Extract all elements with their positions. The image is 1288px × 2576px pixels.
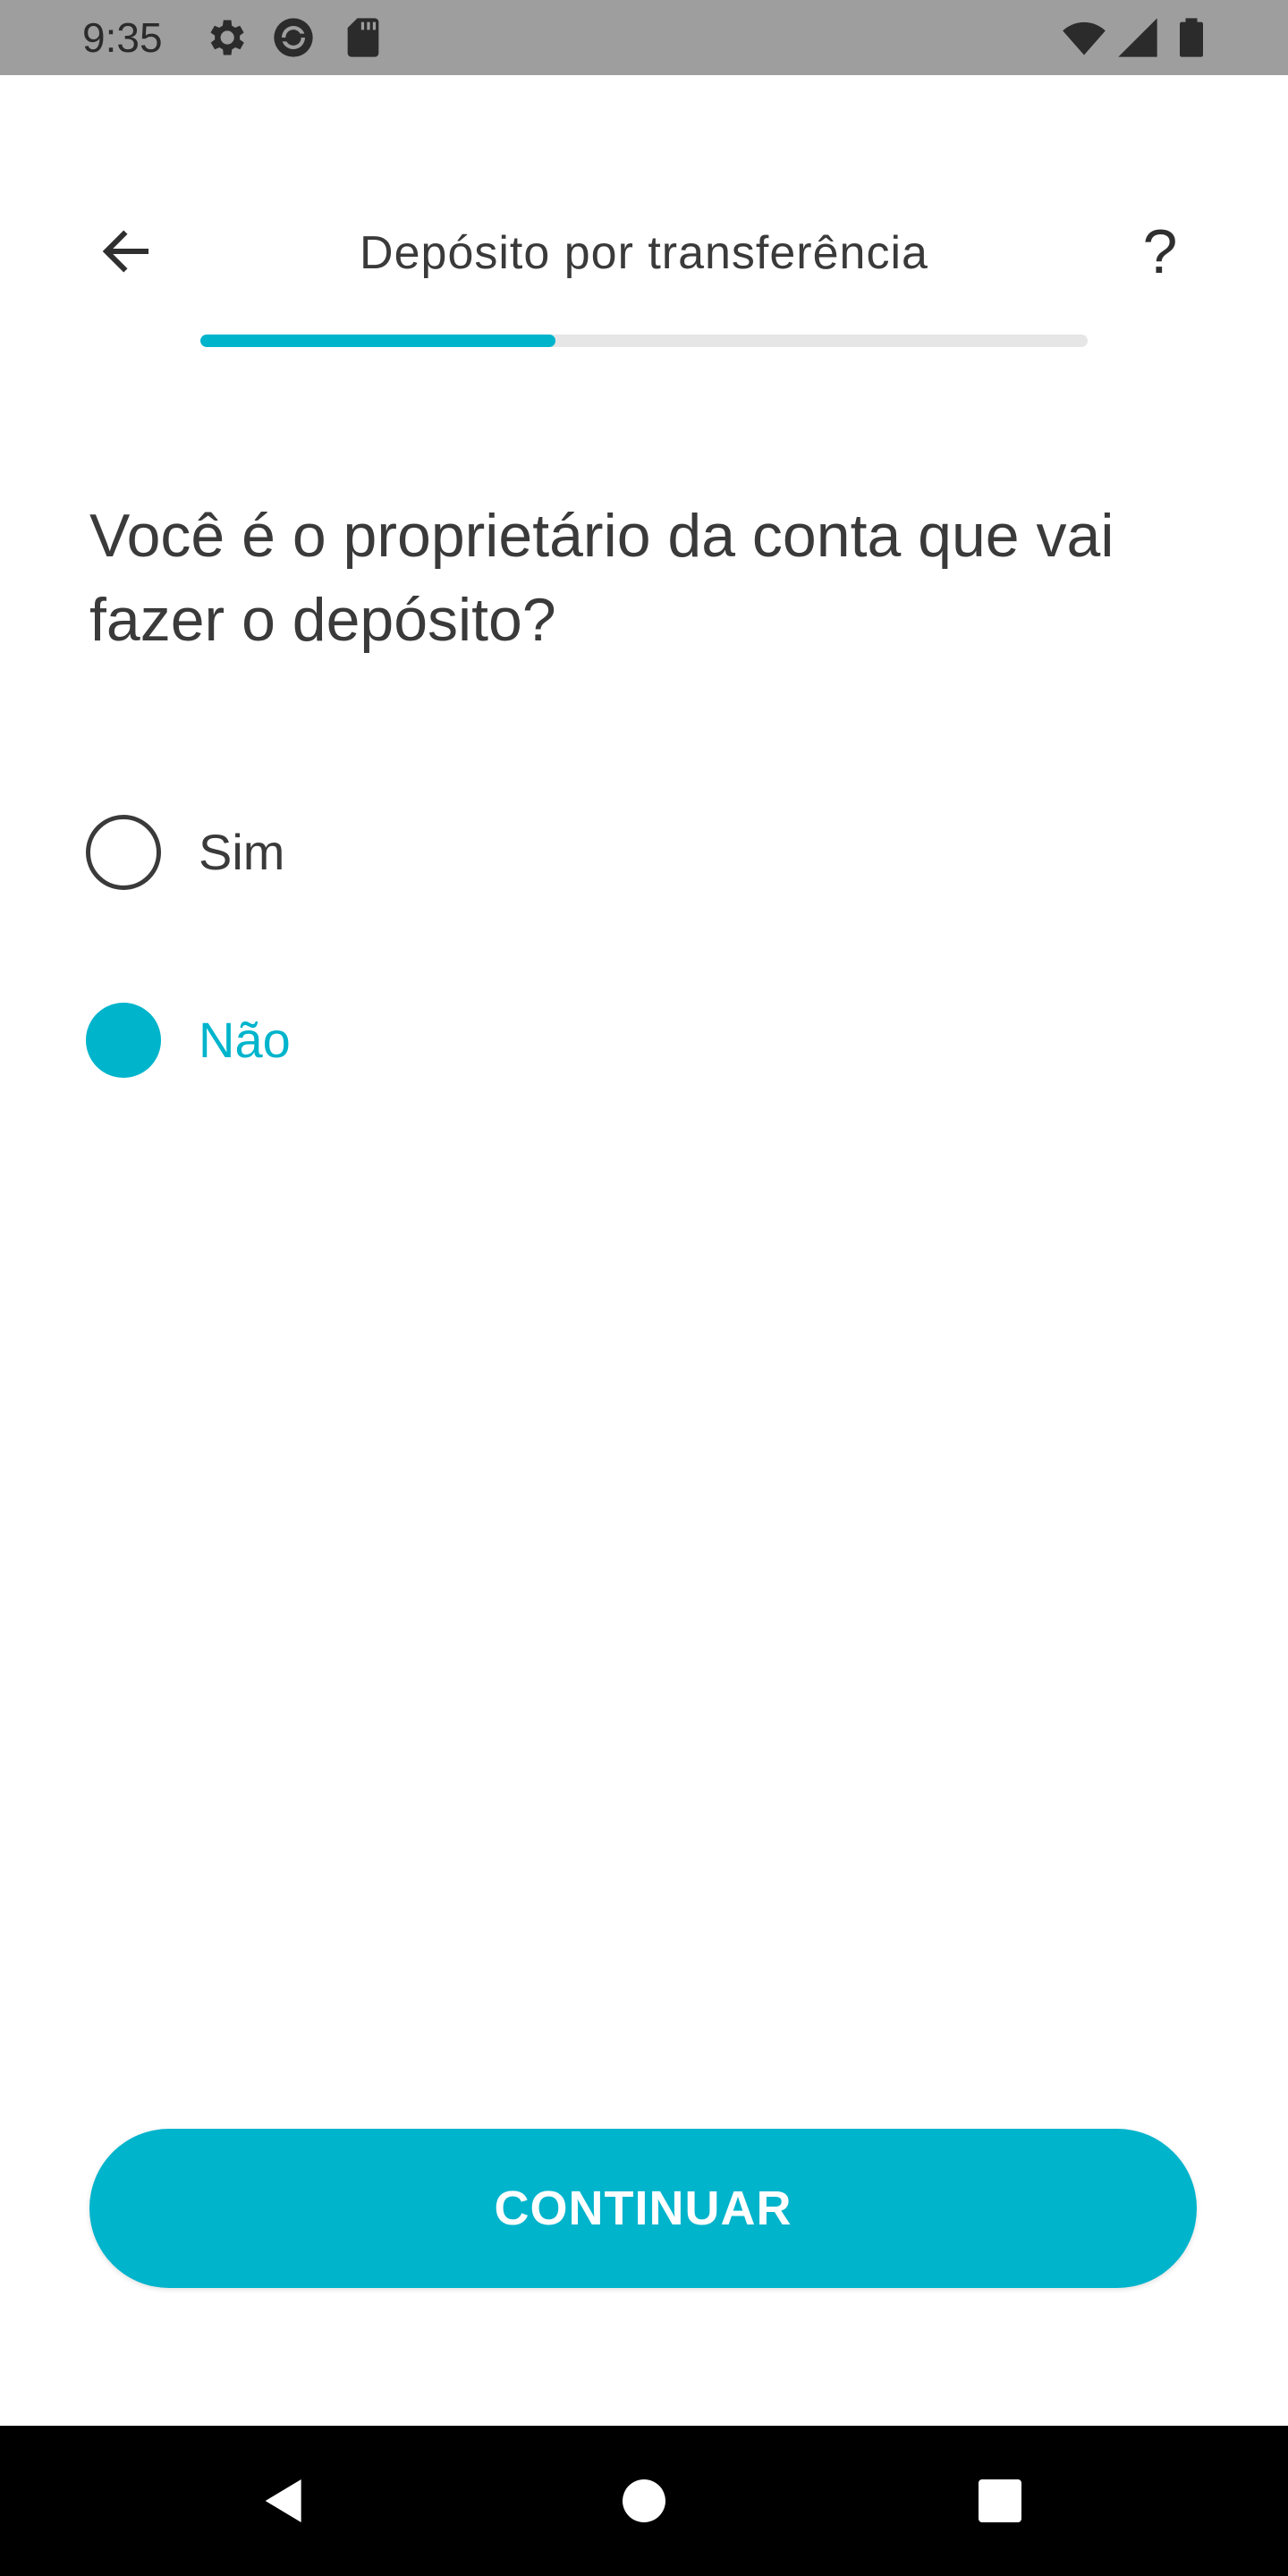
settings-icon — [202, 14, 249, 61]
wifi-icon — [1061, 14, 1107, 61]
recents-square-icon — [979, 2479, 1021, 2522]
help-icon: ? — [1142, 216, 1178, 286]
option-sim[interactable]: Sim — [86, 803, 623, 902]
option-sim-label: Sim — [199, 824, 285, 880]
signal-icon — [1114, 14, 1161, 61]
battery-icon — [1168, 14, 1215, 61]
status-time: 9:35 — [82, 14, 163, 61]
page-title: Depósito por transferência — [360, 227, 928, 279]
question-text: Você é o proprietário da conta que vai f… — [89, 502, 1114, 654]
nav-home-button[interactable] — [608, 2465, 680, 2537]
home-circle-icon — [623, 2479, 665, 2522]
sync-icon — [270, 14, 317, 61]
nav-back-button[interactable] — [249, 2465, 320, 2537]
navigation-bar — [0, 2426, 1288, 2576]
progress-fill — [200, 335, 555, 347]
nav-recents-button[interactable] — [964, 2465, 1036, 2537]
arrow-left-icon — [102, 230, 149, 273]
status-bar: 9:35 — [0, 0, 1288, 75]
option-nao-label: Não — [199, 1012, 291, 1068]
option-nao[interactable]: Não — [86, 991, 623, 1089]
radio-checked-icon[interactable] — [86, 1003, 161, 1078]
back-triangle-icon — [265, 2479, 301, 2522]
continue-button-label: CONTINUAR — [494, 2182, 792, 2235]
continue-button[interactable]: CONTINUAR — [89, 2129, 1197, 2288]
radio-unchecked-icon[interactable] — [86, 815, 161, 890]
help-button[interactable]: ? — [1120, 211, 1200, 292]
progress-bar — [200, 335, 1088, 347]
back-button[interactable] — [86, 211, 166, 292]
sd-card-icon — [340, 14, 386, 61]
